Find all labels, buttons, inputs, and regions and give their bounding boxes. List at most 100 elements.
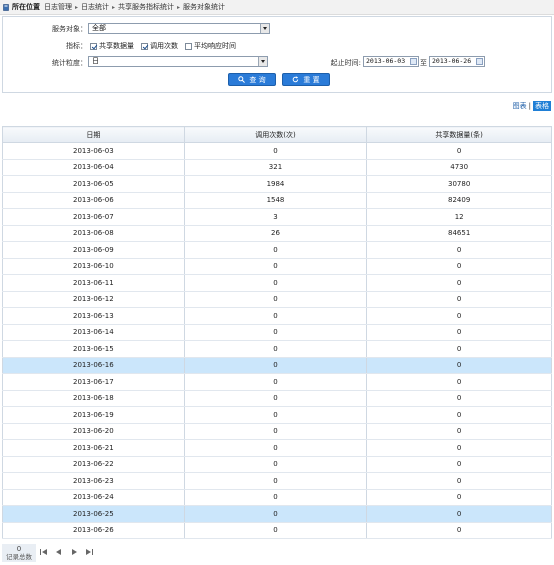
table-row[interactable]: 2013-06-09 0 0 (2, 241, 552, 259)
table-row[interactable]: 2013-06-04 321 4730 (2, 159, 552, 176)
table-row[interactable]: 2013-06-03 0 0 (2, 142, 552, 160)
cell-shared-data: 0 (366, 423, 552, 440)
data-table: 日期 调用次数(次) 共享数据量(条) 2013-06-03 0 0 2013-06-… (2, 126, 552, 539)
table-row[interactable]: 2013-06-05 1984 30780 (2, 175, 552, 193)
metric-checkbox-shared-data[interactable]: 共享数据量 (90, 41, 134, 51)
table-row[interactable]: 2013-06-20 0 0 (2, 423, 552, 440)
table-row[interactable]: 2013-06-26 0 0 (2, 522, 552, 539)
breadcrumb: 所在位置 日志管理 ▸ 日志统计 ▸ 共享服务指标统计 ▸ 服务对象统计 (0, 0, 554, 15)
table-row[interactable]: 2013-06-12 0 0 (2, 291, 552, 308)
start-date-input[interactable]: 2013-06-03 (363, 56, 419, 67)
prev-page-button[interactable] (54, 548, 66, 558)
calendar-icon[interactable] (410, 58, 417, 65)
cell-call-count: 0 (183, 307, 368, 325)
calendar-icon[interactable] (476, 58, 483, 65)
metric-checkbox-call-count[interactable]: 调用次数 (141, 41, 178, 51)
table-row[interactable]: 2013-06-23 0 0 (2, 472, 552, 490)
date-range-separator: 至 (420, 59, 427, 67)
cell-call-count: 0 (183, 423, 368, 440)
cell-call-count: 1984 (183, 175, 368, 193)
table-view-link[interactable]: 表格 (533, 101, 551, 111)
reset-button-label: 重 置 (303, 75, 320, 84)
table-row[interactable]: 2013-06-07 3 12 (2, 208, 552, 226)
metric-label-call-count: 调用次数 (150, 42, 178, 50)
service-object-label: 服务对象： (52, 25, 87, 33)
table-row[interactable]: 2013-06-24 0 0 (2, 489, 552, 506)
end-date-value: 2013-06-26 (432, 57, 472, 65)
cell-call-count: 0 (183, 456, 368, 473)
cell-shared-data: 0 (366, 522, 552, 539)
cell-shared-data: 0 (366, 291, 552, 308)
cell-call-count: 3 (183, 208, 368, 226)
cell-call-count: 0 (183, 274, 368, 292)
last-page-button[interactable] (84, 548, 96, 558)
last-page-icon (86, 549, 93, 555)
table-row[interactable]: 2013-06-13 0 0 (2, 307, 552, 325)
record-count-label: 记录总数 (6, 553, 32, 561)
cell-call-count: 0 (183, 406, 368, 424)
app-root: 所在位置 日志管理 ▸ 日志统计 ▸ 共享服务指标统计 ▸ 服务对象统计 服务对… (0, 0, 554, 565)
breadcrumb-item-service-object-stats: 服务对象统计 (183, 3, 226, 11)
cell-date: 2013-06-16 (2, 357, 185, 374)
table-row[interactable]: 2013-06-11 0 0 (2, 274, 552, 292)
cell-call-count: 0 (183, 489, 368, 506)
cell-call-count: 0 (183, 373, 368, 391)
prev-page-icon (56, 549, 61, 555)
metric-checkbox-avg-response[interactable]: 平均响应时间 (185, 41, 236, 51)
checkbox-checked-icon[interactable] (90, 42, 97, 50)
service-object-select[interactable]: 全部 (88, 23, 270, 34)
metric-label-shared-data: 共享数据量 (99, 42, 134, 50)
cell-shared-data: 0 (366, 456, 552, 473)
breadcrumb-separator-icon: ▸ (112, 3, 116, 11)
breadcrumb-item-shared-service-metrics[interactable]: 共享服务指标统计 (118, 2, 174, 12)
cell-date: 2013-06-22 (2, 456, 185, 473)
table-row[interactable]: 2013-06-08 26 84651 (2, 225, 552, 242)
cell-call-count: 321 (183, 159, 368, 176)
table-row[interactable]: 2013-06-19 0 0 (2, 406, 552, 424)
column-header-shared-data[interactable]: 共享数据量(条) (366, 126, 552, 143)
reset-button[interactable]: 重 置 (282, 73, 330, 86)
cell-date: 2013-06-17 (2, 373, 185, 391)
column-header-call-count[interactable]: 调用次数(次) (183, 126, 368, 143)
filter-panel: 服务对象： 全部 指标： 共享数据量 调用次数 平均响应时间 统计粒度： 日 起… (2, 16, 552, 93)
granularity-select[interactable]: 日 (88, 56, 268, 67)
cell-call-count: 0 (183, 142, 368, 160)
table-row[interactable]: 2013-06-16 0 0 (2, 357, 552, 374)
table-row[interactable]: 2013-06-06 1548 82409 (2, 192, 552, 209)
table-row[interactable]: 2013-06-17 0 0 (2, 373, 552, 391)
end-date-input[interactable]: 2013-06-26 (429, 56, 485, 67)
query-button[interactable]: 查 询 (228, 73, 276, 86)
table-row[interactable]: 2013-06-25 0 0 (2, 505, 552, 523)
chart-view-link[interactable]: 图表 (513, 101, 527, 111)
cell-shared-data: 0 (366, 142, 552, 160)
next-page-button[interactable] (69, 548, 81, 558)
cell-shared-data: 30780 (366, 175, 552, 193)
table-row[interactable]: 2013-06-21 0 0 (2, 439, 552, 457)
table-row[interactable]: 2013-06-14 0 0 (2, 324, 552, 341)
query-button-label: 查 询 (249, 75, 266, 84)
cell-date: 2013-06-15 (2, 340, 185, 358)
cell-call-count: 0 (183, 522, 368, 539)
breadcrumb-item-log-statistics[interactable]: 日志统计 (81, 2, 109, 12)
cell-date: 2013-06-23 (2, 472, 185, 490)
breadcrumb-item-log-management[interactable]: 日志管理 (44, 2, 72, 12)
granularity-label: 统计粒度： (52, 59, 87, 67)
table-row[interactable]: 2013-06-15 0 0 (2, 340, 552, 358)
cell-shared-data: 0 (366, 373, 552, 391)
chevron-down-icon[interactable] (258, 57, 267, 66)
cell-date: 2013-06-07 (2, 208, 185, 226)
cell-date: 2013-06-05 (2, 175, 185, 193)
checkbox-checked-icon[interactable] (141, 42, 148, 50)
cell-date: 2013-06-21 (2, 439, 185, 457)
cell-shared-data: 0 (366, 258, 552, 275)
checkbox-unchecked-icon[interactable] (185, 42, 192, 50)
cell-shared-data: 0 (366, 472, 552, 490)
table-row[interactable]: 2013-06-18 0 0 (2, 390, 552, 407)
chevron-down-icon[interactable] (260, 24, 269, 33)
record-count-box: 0 记录总数 (2, 544, 36, 562)
column-header-date[interactable]: 日期 (2, 126, 185, 143)
table-row[interactable]: 2013-06-10 0 0 (2, 258, 552, 275)
first-page-button[interactable] (39, 548, 51, 558)
cell-call-count: 0 (183, 291, 368, 308)
table-row[interactable]: 2013-06-22 0 0 (2, 456, 552, 473)
